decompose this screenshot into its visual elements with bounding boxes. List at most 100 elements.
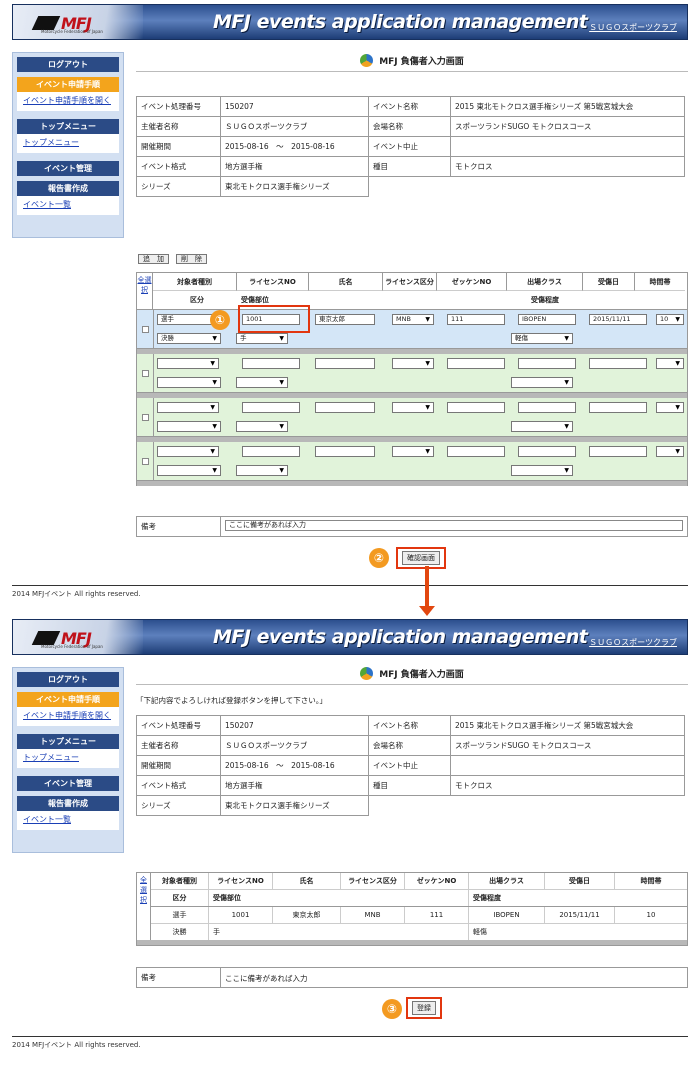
event-list-link[interactable]: イベント一覧: [23, 815, 71, 824]
logout-button[interactable]: ログアウト: [17, 672, 119, 687]
license-no-input[interactable]: [242, 358, 300, 369]
time-select[interactable]: [656, 446, 684, 457]
license-class-select[interactable]: MNB: [392, 314, 434, 325]
license-no-input[interactable]: [242, 446, 300, 457]
date-input[interactable]: [589, 358, 647, 369]
remarks-row: 備考 ここに備考があれば入力: [136, 516, 688, 537]
add-button[interactable]: 追 加: [138, 254, 169, 264]
mfj-globe-icon: [360, 667, 374, 680]
app-header: MFJ Motorcycle Federation of Japan MFJ e…: [12, 4, 688, 40]
degree-select[interactable]: [511, 377, 573, 388]
class-input[interactable]: [518, 402, 576, 413]
app-header: MFJ Motorcycle Federation of Japan MFJ e…: [12, 619, 688, 655]
license-no-highlight: [238, 305, 310, 333]
date-input[interactable]: [589, 402, 647, 413]
name-input[interactable]: [315, 358, 375, 369]
degree-select[interactable]: 軽傷: [511, 333, 573, 344]
logout-button[interactable]: ログアウト: [17, 57, 119, 72]
division-select[interactable]: [157, 377, 221, 388]
type-select[interactable]: [157, 358, 219, 369]
event-info-table: イベント処理番号 150207 イベント名称 2015 東北モトクロス選手権シリーズ …: [136, 715, 685, 816]
division-select[interactable]: [157, 421, 221, 432]
arrow-down-icon: [425, 566, 429, 610]
mfj-logo: MFJ Motorcycle Federation of Japan: [31, 13, 125, 35]
select-all-link[interactable]: 全選択: [137, 273, 153, 309]
time-select[interactable]: [656, 402, 684, 413]
confirm-highlight: 確認画面: [396, 547, 446, 569]
report-heading: 報告書作成: [17, 181, 119, 196]
footer: 2014 MFJイベント All rights reserved.: [12, 585, 688, 599]
division-select[interactable]: [157, 465, 221, 476]
class-input[interactable]: [518, 358, 576, 369]
bib-input[interactable]: [447, 358, 505, 369]
time-select[interactable]: [656, 358, 684, 369]
app-title: MFJ events application management: [213, 626, 588, 648]
app-title: MFJ events application management: [213, 11, 588, 33]
bib-input[interactable]: [447, 402, 505, 413]
event-admin-heading[interactable]: イベント管理: [17, 161, 119, 176]
event-procedure-heading: イベント申請手順: [17, 77, 119, 92]
delete-button[interactable]: 削 除: [176, 254, 207, 264]
event-list-link[interactable]: イベント一覧: [23, 200, 71, 209]
confirm-grid: 全選択 対象者種別 ライセンスNO 氏名 ライセンス区分 ゼッケンNO 出場クラ…: [136, 872, 688, 946]
remarks-value: ここに備考があれば入力: [225, 974, 308, 983]
sidebar: ログアウト イベント申請手順 イベント申請手順を開く トップメニュー トップメニ…: [12, 52, 124, 238]
confirm-notice: 「下記内容でよろしければ登録ボタンを押して下さい。」: [136, 696, 328, 705]
date-input[interactable]: [589, 446, 647, 457]
entry-row: [136, 442, 688, 481]
top-menu-heading: トップメニュー: [17, 119, 119, 134]
event-procedure-heading: イベント申請手順: [17, 692, 119, 707]
class-input[interactable]: IBOPEN: [518, 314, 576, 325]
name-input[interactable]: 東京太郎: [315, 314, 375, 325]
page-title: MFJ 負傷者入力画面: [136, 54, 688, 72]
page-title: MFJ 負傷者入力画面: [136, 667, 688, 685]
select-all-link[interactable]: 全選択: [137, 873, 151, 940]
register-button[interactable]: 登録: [412, 1001, 436, 1015]
degree-select[interactable]: [511, 421, 573, 432]
date-input[interactable]: 2015/11/11: [589, 314, 647, 325]
footer: 2014 MFJイベント All rights reserved.: [12, 1036, 688, 1050]
degree-select[interactable]: [511, 465, 573, 476]
report-heading: 報告書作成: [17, 796, 119, 811]
bib-input[interactable]: [447, 446, 505, 457]
bib-input[interactable]: 111: [447, 314, 505, 325]
part-select[interactable]: [236, 421, 288, 432]
injury-entry-grid: 全選択 対象者種別 ライセンスNO 氏名 ライセンス区分 ゼッケンNO 出場クラ…: [136, 272, 688, 486]
top-menu-link[interactable]: トップメニュー: [23, 138, 79, 147]
club-link[interactable]: ＳＵＧＯスポーツクラブ: [589, 637, 677, 648]
row-checkbox[interactable]: [141, 413, 149, 421]
event-procedure-link[interactable]: イベント申請手順を開く: [23, 711, 111, 720]
mfj-logo: MFJ Motorcycle Federation of Japan: [31, 628, 125, 650]
event-admin-heading[interactable]: イベント管理: [17, 776, 119, 791]
class-input[interactable]: [518, 446, 576, 457]
step-2-marker: ②: [369, 548, 389, 568]
club-link[interactable]: ＳＵＧＯスポーツクラブ: [589, 22, 677, 33]
part-select[interactable]: 手: [236, 333, 288, 344]
name-input[interactable]: [315, 402, 375, 413]
type-select[interactable]: [157, 402, 219, 413]
top-menu-link[interactable]: トップメニュー: [23, 753, 79, 762]
event-info-table: イベント処理番号 150207 イベント名称 2015 東北モトクロス選手権シリーズ …: [136, 96, 685, 197]
type-select[interactable]: [157, 446, 219, 457]
sidebar: ログアウト イベント申請手順 イベント申請手順を開く トップメニュー トップメニ…: [12, 667, 124, 853]
license-class-select[interactable]: [392, 358, 434, 369]
remarks-input[interactable]: ここに備考があれば入力: [225, 520, 683, 531]
confirm-screen-button[interactable]: 確認画面: [402, 551, 440, 565]
part-select[interactable]: [236, 377, 288, 388]
input-screen: MFJ Motorcycle Federation of Japan MFJ e…: [0, 0, 700, 603]
license-class-select[interactable]: [392, 446, 434, 457]
event-procedure-link[interactable]: イベント申請手順を開く: [23, 96, 111, 105]
license-class-select[interactable]: [392, 402, 434, 413]
row-checkbox[interactable]: [141, 369, 149, 377]
time-select[interactable]: 10: [656, 314, 684, 325]
remarks-row: 備考 ここに備考があれば入力: [136, 967, 688, 988]
entry-row: [136, 354, 688, 393]
division-select[interactable]: 決勝: [157, 333, 221, 344]
part-select[interactable]: [236, 465, 288, 476]
name-input[interactable]: [315, 446, 375, 457]
row-checkbox[interactable]: [141, 325, 149, 333]
license-no-input[interactable]: [242, 402, 300, 413]
row-checkbox[interactable]: [141, 457, 149, 465]
step-1-marker: ①: [210, 310, 230, 330]
confirm-screen: MFJ Motorcycle Federation of Japan MFJ e…: [0, 615, 700, 1066]
